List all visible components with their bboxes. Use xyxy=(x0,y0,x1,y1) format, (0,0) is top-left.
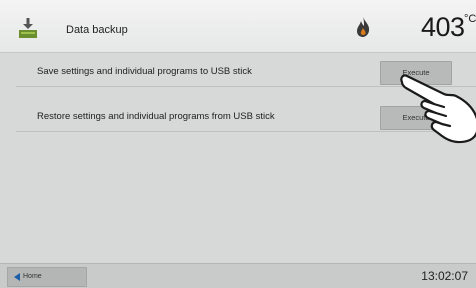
clock: 13:02:07 xyxy=(421,269,468,283)
download-tray-icon xyxy=(19,18,37,38)
temperature-unit: °C xyxy=(464,13,476,25)
save-settings-label: Save settings and individual programs to… xyxy=(37,66,252,77)
home-button-label: Home xyxy=(23,273,42,280)
temperature-value: 403 xyxy=(421,12,465,42)
page-title: Data backup xyxy=(66,24,128,36)
restore-settings-label: Restore settings and individual programs… xyxy=(37,111,275,122)
pointing-hand-icon xyxy=(400,74,476,144)
home-button[interactable]: Home xyxy=(7,267,87,287)
flame-icon xyxy=(357,17,370,37)
header-bar: Data backup 403 °C xyxy=(0,0,476,53)
footer-bar: Home 13:02:07 xyxy=(0,263,476,288)
back-arrow-icon xyxy=(14,273,20,281)
